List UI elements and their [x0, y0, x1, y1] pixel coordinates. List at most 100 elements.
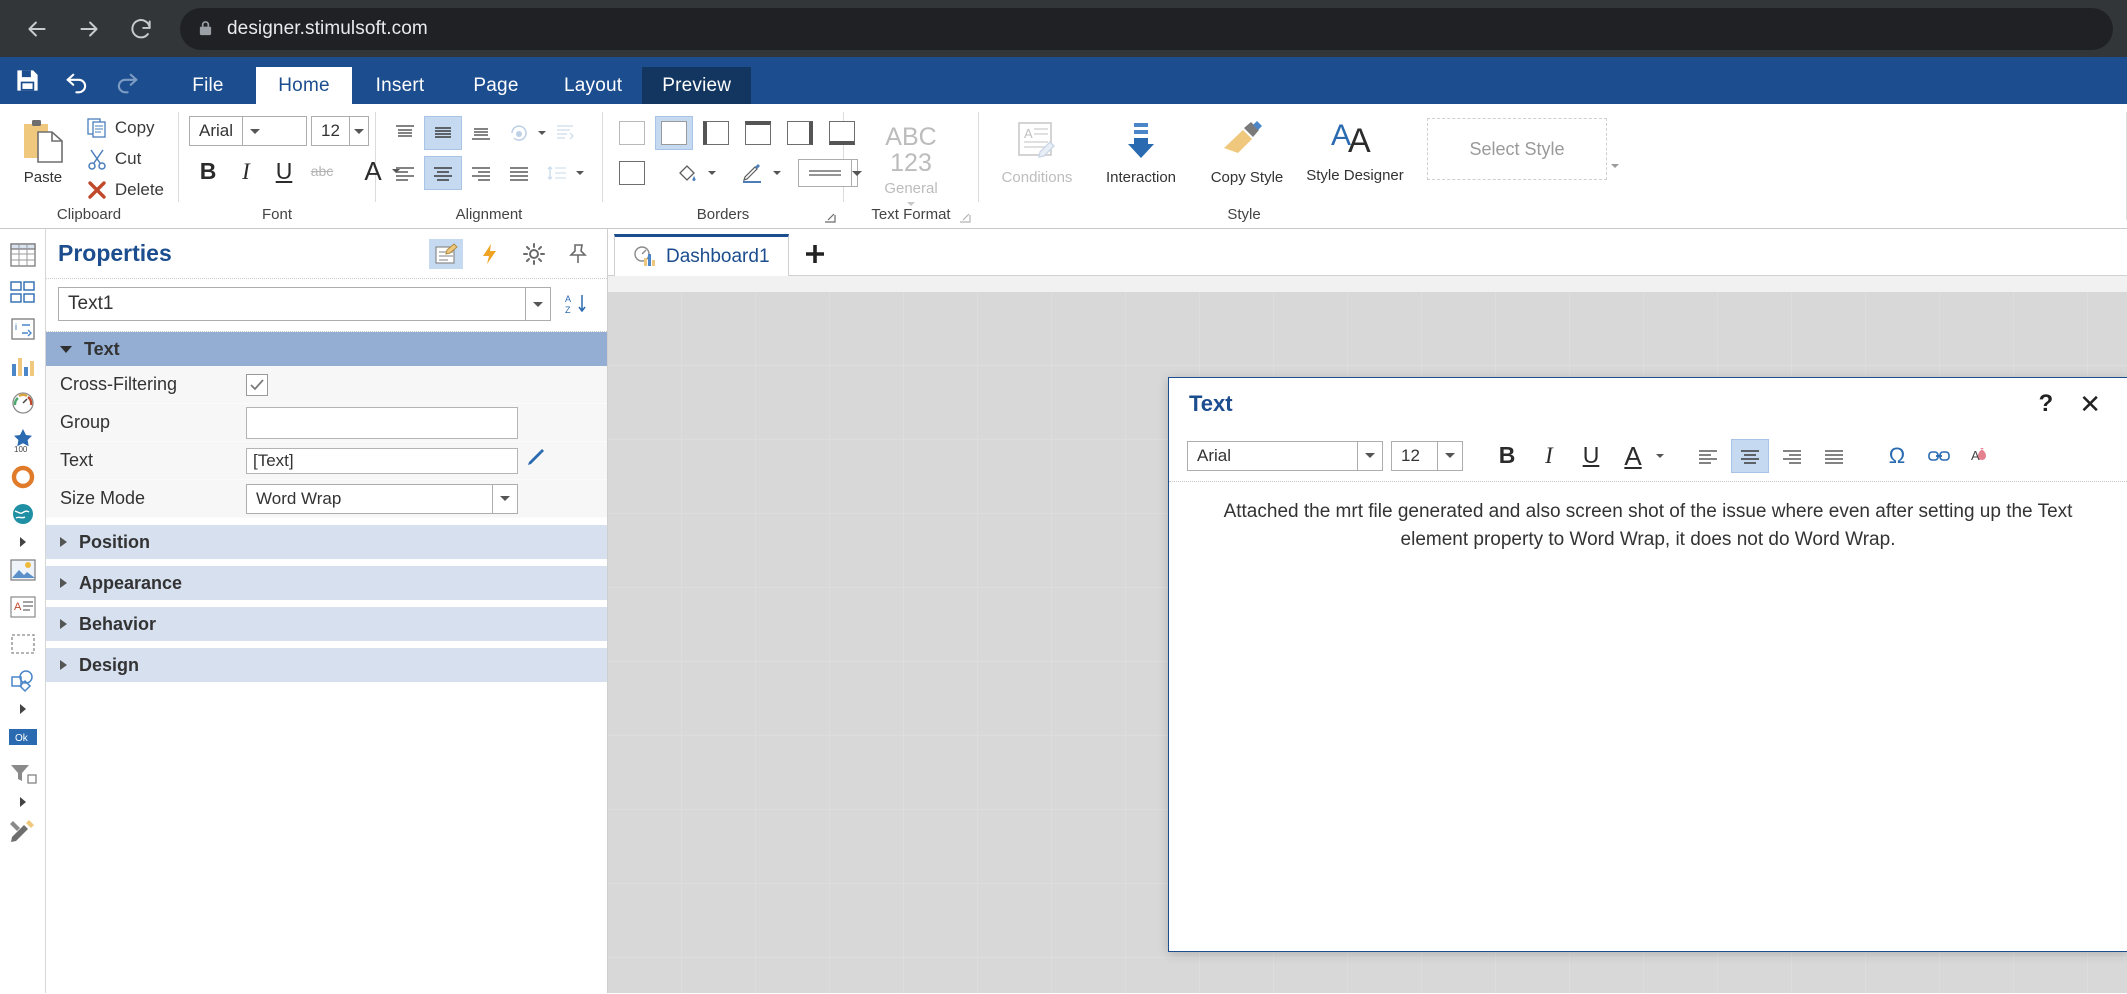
dialog-align-center-button[interactable] — [1731, 438, 1769, 473]
fill-color-button[interactable] — [668, 156, 706, 190]
dialog-align-right-button[interactable] — [1773, 439, 1811, 473]
text-rotation-dropdown-arrow[interactable] — [538, 131, 546, 135]
align-middle-button[interactable] — [424, 116, 462, 150]
dialog-align-left-button[interactable] — [1689, 439, 1727, 473]
border-outline-button[interactable] — [613, 156, 651, 190]
events-icon[interactable] — [473, 239, 507, 269]
tab-layout[interactable]: Layout — [544, 67, 642, 104]
border-color-button[interactable] — [733, 156, 771, 190]
tab-file[interactable]: File — [160, 67, 256, 104]
dialog-font-family-combo[interactable]: Arial — [1187, 440, 1383, 471]
border-none-button[interactable] — [613, 116, 651, 150]
style-properties-icon[interactable] — [429, 238, 463, 269]
group-input[interactable] — [246, 406, 518, 439]
borders-dialog-launcher[interactable] — [823, 210, 837, 224]
cross-filtering-checkbox[interactable] — [246, 373, 268, 396]
copy-button[interactable]: Copy — [82, 114, 168, 142]
settings-gear-icon[interactable] — [517, 239, 551, 269]
align-justify-button[interactable] — [500, 156, 538, 190]
align-left-button[interactable] — [386, 156, 424, 190]
select-style-gallery[interactable]: Select Style — [1427, 118, 1607, 180]
object-selector-dropdown-arrow[interactable] — [525, 288, 550, 320]
dialog-hyperlink-button[interactable] — [1920, 439, 1958, 473]
tab-home[interactable]: Home — [256, 67, 352, 104]
sort-az-icon[interactable]: A Z — [561, 289, 595, 319]
align-center-button[interactable] — [424, 156, 462, 190]
dialog-symbol-button[interactable]: Ω — [1878, 439, 1916, 473]
line-spacing-button[interactable] — [538, 156, 576, 190]
delete-button[interactable]: Delete — [82, 176, 168, 204]
font-size-combo[interactable]: 12 — [311, 116, 369, 146]
dialog-underline-button[interactable]: U — [1572, 439, 1610, 473]
forward-button[interactable] — [66, 6, 112, 52]
redo-button[interactable] — [110, 64, 144, 98]
shape-expand-arrow-icon[interactable] — [3, 702, 43, 716]
gauge-icon[interactable] — [3, 387, 43, 419]
properties-section-design[interactable]: Design — [46, 648, 607, 682]
dialog-align-justify-button[interactable] — [1815, 439, 1853, 473]
text-format-button[interactable]: ABC 123 General — [856, 120, 966, 207]
text-editor-pencil-icon[interactable] — [526, 448, 546, 473]
align-bottom-button[interactable] — [462, 116, 500, 150]
style-designer-button[interactable]: A A Style Designer — [1305, 114, 1405, 185]
cut-button[interactable]: Cut — [82, 145, 168, 173]
border-right-button[interactable] — [781, 116, 819, 150]
pie-icon[interactable] — [3, 461, 43, 493]
object-selector-combo[interactable]: Text1 — [58, 287, 551, 321]
pin-icon[interactable] — [561, 239, 595, 269]
font-family-dropdown-arrow[interactable] — [242, 117, 267, 145]
size-mode-combo[interactable]: Word Wrap — [246, 483, 518, 514]
dialog-clear-format-button[interactable]: A — [1962, 439, 2000, 473]
line-spacing-dropdown-arrow[interactable] — [576, 171, 584, 175]
border-color-dropdown-arrow[interactable] — [773, 171, 781, 175]
map-icon[interactable] — [3, 498, 43, 530]
filter-expand-arrow-icon[interactable] — [3, 795, 43, 809]
text-rotation-button[interactable] — [500, 116, 538, 150]
border-all-button[interactable] — [655, 116, 693, 150]
dialog-help-button[interactable]: ? — [2029, 392, 2064, 416]
dialog-bold-button[interactable]: B — [1488, 439, 1526, 473]
image-icon[interactable] — [3, 554, 43, 586]
align-top-button[interactable] — [386, 116, 424, 150]
border-top-button[interactable] — [739, 116, 777, 150]
dialog-font-family-dropdown-arrow[interactable] — [1357, 441, 1382, 470]
paste-button[interactable]: Paste — [10, 112, 76, 186]
progress-100-icon[interactable]: 100 — [3, 424, 43, 456]
properties-section-position[interactable]: Position — [46, 525, 607, 559]
dialog-close-button[interactable]: ✕ — [2073, 391, 2107, 417]
button-ok-icon[interactable]: Ok — [3, 721, 43, 753]
bold-button[interactable]: B — [189, 154, 227, 188]
dialog-font-color-dropdown-arrow[interactable] — [1656, 453, 1664, 458]
conditions-button[interactable]: A Conditions — [989, 114, 1085, 186]
size-mode-dropdown-arrow[interactable] — [492, 484, 517, 513]
text-property-input[interactable]: [Text] — [246, 447, 518, 474]
dialog-title-bar[interactable]: Text ? ✕ — [1169, 378, 2127, 430]
text-wrap-button[interactable] — [546, 116, 584, 150]
tab-insert[interactable]: Insert — [352, 67, 448, 104]
save-button[interactable] — [10, 64, 44, 98]
strikethrough-button[interactable]: abc — [303, 154, 341, 188]
back-button[interactable] — [14, 6, 60, 52]
font-family-combo[interactable]: Arial — [189, 116, 307, 146]
chart-icon[interactable] — [3, 350, 43, 382]
font-size-dropdown-arrow[interactable] — [348, 117, 368, 145]
text-format-dialog-launcher[interactable] — [958, 210, 972, 224]
dialog-font-color-button[interactable]: A — [1614, 439, 1652, 473]
border-left-button[interactable] — [697, 116, 735, 150]
align-right-button[interactable] — [462, 156, 500, 190]
text-element-icon[interactable]: A — [3, 591, 43, 623]
address-bar[interactable]: designer.stimulsoft.com — [180, 7, 2113, 50]
italic-button[interactable]: I — [227, 154, 265, 188]
dialog-text-editor[interactable]: Attached the mrt file generated and also… — [1169, 482, 2127, 951]
filter-icon[interactable] — [3, 758, 43, 790]
reload-button[interactable] — [118, 6, 164, 52]
table-icon[interactable] — [3, 239, 43, 271]
cards-icon[interactable] — [3, 276, 43, 308]
underline-button[interactable]: U — [265, 154, 303, 188]
tab-preview[interactable]: Preview — [642, 67, 752, 104]
properties-section-appearance[interactable]: Appearance — [46, 566, 607, 600]
shape-icon[interactable] — [3, 665, 43, 697]
map-expand-arrow-icon[interactable] — [3, 535, 43, 549]
select-style-dropdown-arrow[interactable] — [1611, 164, 1619, 168]
copy-style-button[interactable]: Copy Style — [1197, 114, 1297, 186]
